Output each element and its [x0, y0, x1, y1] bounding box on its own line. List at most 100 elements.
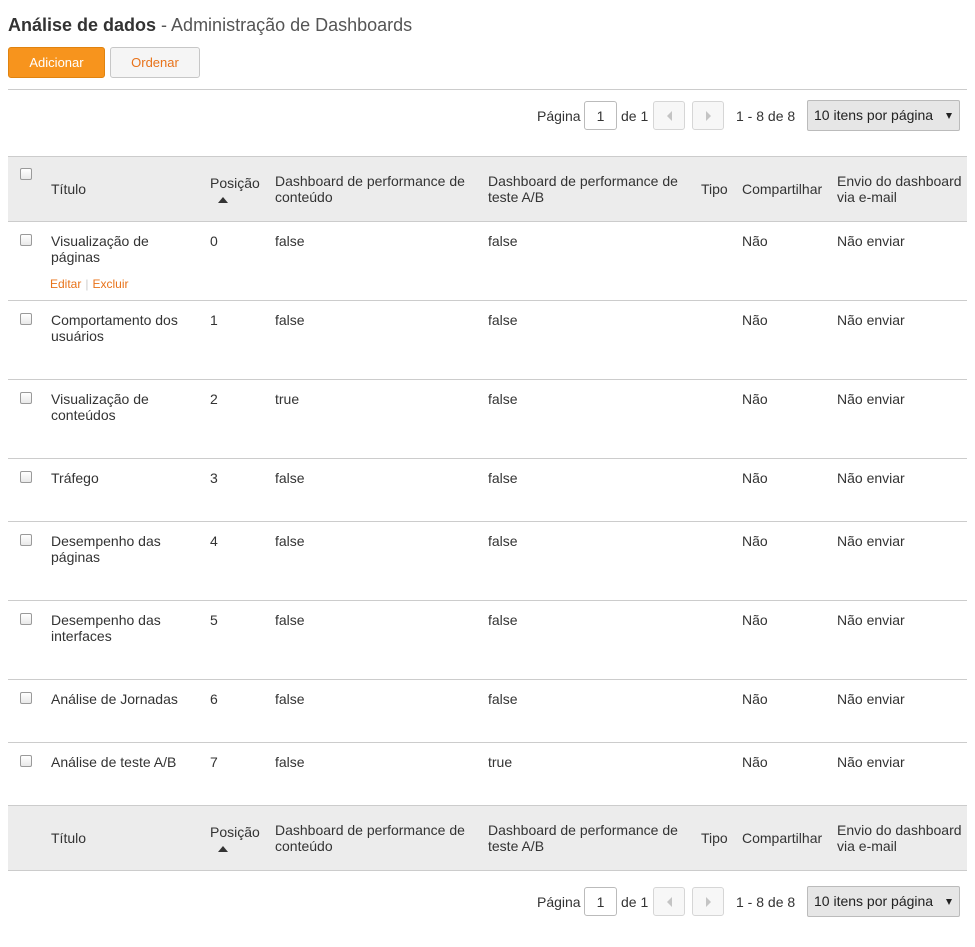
sort-ascending-icon [218, 846, 228, 852]
page-number-input[interactable] [584, 887, 617, 916]
page-title: Análise de dados - Administração de Dash… [8, 14, 412, 36]
order-button[interactable]: Ordenar [110, 47, 200, 78]
chevron-down-icon [946, 113, 952, 119]
chevron-right-icon [705, 110, 711, 121]
table-row: Análise de teste A/B 7 false true Não Nã… [8, 743, 967, 806]
items-per-page-select[interactable]: 10 itens por página [807, 100, 960, 131]
row-checkbox[interactable] [20, 234, 32, 246]
cell-compartilhar: Não [742, 312, 768, 328]
cell-tipo [695, 680, 736, 743]
row-select-cell [8, 222, 45, 301]
table-row: Comportamento dos usuários 1 false false… [8, 301, 967, 380]
cell-tipo [695, 301, 736, 380]
cell-titulo: Visualização de páginas Editar | Excluir [45, 222, 204, 301]
column-header-titulo[interactable]: Título [45, 156, 204, 222]
row-checkbox[interactable] [20, 313, 32, 325]
page-count-label: de 1 [621, 894, 649, 910]
column-header-tipo[interactable]: Tipo [695, 156, 736, 222]
row-select-cell [8, 522, 45, 601]
column-footer-posicao[interactable]: Posição [204, 805, 269, 871]
cell-posicao: 5 [210, 612, 218, 628]
select-all-cell [8, 156, 45, 222]
column-footer-envio[interactable]: Envio do dashboard via e-mail [831, 805, 967, 871]
cell-envio: Não enviar [837, 391, 905, 407]
cell-teste-ab: false [488, 391, 518, 407]
chevron-right-icon [705, 896, 711, 907]
chevron-left-icon [666, 110, 672, 121]
page-title-section: - Administração de Dashboards [156, 15, 413, 35]
row-checkbox[interactable] [20, 471, 32, 483]
row-actions: Editar | Excluir [50, 277, 200, 291]
cell-titulo: Desempenho das interfaces [51, 612, 161, 644]
column-header-conteudo[interactable]: Dashboard de performance de conteúdo [269, 156, 482, 222]
cell-tipo [695, 522, 736, 601]
column-footer-posicao-label: Posição [210, 824, 260, 840]
pagination-bottom: Página de 1 1 - 8 de 8 10 itens por pági… [537, 886, 961, 918]
column-header-envio[interactable]: Envio do dashboard via e-mail [831, 156, 967, 222]
select-all-checkbox[interactable] [20, 168, 32, 180]
cell-compartilhar: Não [742, 612, 768, 628]
dashboards-table: Título Posição Dashboard de performance … [8, 156, 967, 871]
items-per-page-select[interactable]: 10 itens por página [807, 886, 960, 917]
cell-teste-ab: false [488, 612, 518, 628]
row-title: Visualização de páginas [51, 233, 149, 265]
delete-link[interactable]: Excluir [92, 277, 128, 291]
row-checkbox[interactable] [20, 613, 32, 625]
cell-envio: Não enviar [837, 533, 905, 549]
table-row: Tráfego 3 false false Não Não enviar [8, 459, 967, 522]
column-header-posicao-label: Posição [210, 175, 260, 191]
chevron-down-icon [946, 899, 952, 905]
cell-conteudo: false [275, 312, 305, 328]
cell-compartilhar: Não [742, 691, 768, 707]
page-number-input[interactable] [584, 101, 617, 130]
cell-envio: Não enviar [837, 312, 905, 328]
column-header-compartilhar[interactable]: Compartilhar [736, 156, 831, 222]
cell-envio: Não enviar [837, 754, 905, 770]
cell-compartilhar: Não [742, 533, 768, 549]
cell-conteudo: false [275, 470, 305, 486]
cell-conteudo: false [275, 533, 305, 549]
cell-compartilhar: Não [742, 754, 768, 770]
cell-tipo [695, 222, 736, 301]
edit-link[interactable]: Editar [50, 277, 81, 291]
column-footer-tipo[interactable]: Tipo [695, 805, 736, 871]
next-page-button[interactable] [692, 887, 724, 916]
cell-compartilhar: Não [742, 470, 768, 486]
pagination-top: Página de 1 1 - 8 de 8 10 itens por pági… [537, 100, 961, 132]
cell-envio: Não enviar [837, 691, 905, 707]
table-footer-row: Título Posição Dashboard de performance … [8, 805, 967, 871]
column-header-posicao[interactable]: Posição [204, 156, 269, 222]
column-footer-titulo[interactable]: Título [45, 805, 204, 871]
cell-posicao: 1 [210, 312, 218, 328]
sort-ascending-icon [218, 197, 228, 203]
column-footer-teste-ab[interactable]: Dashboard de performance de teste A/B [482, 805, 695, 871]
cell-posicao: 7 [210, 754, 218, 770]
row-checkbox[interactable] [20, 534, 32, 546]
row-checkbox[interactable] [20, 392, 32, 404]
cell-conteudo: false [275, 233, 305, 249]
row-checkbox[interactable] [20, 755, 32, 767]
cell-conteudo: false [275, 691, 305, 707]
cell-conteudo: false [275, 612, 305, 628]
cell-titulo: Desempenho das páginas [51, 533, 161, 565]
cell-conteudo: false [275, 754, 305, 770]
column-footer-compartilhar[interactable]: Compartilhar [736, 805, 831, 871]
cell-envio: Não enviar [837, 470, 905, 486]
previous-page-button[interactable] [653, 887, 685, 916]
cell-teste-ab: false [488, 533, 518, 549]
column-header-teste-ab[interactable]: Dashboard de performance de teste A/B [482, 156, 695, 222]
previous-page-button[interactable] [653, 101, 685, 130]
cell-tipo [695, 459, 736, 522]
cell-teste-ab: true [488, 754, 513, 770]
cell-posicao: 4 [210, 533, 218, 549]
table-row: Desempenho das interfaces 5 false false … [8, 601, 967, 680]
items-per-page-value: 10 itens por página [814, 893, 934, 909]
page-count-label: de 1 [621, 108, 649, 124]
next-page-button[interactable] [692, 101, 724, 130]
add-button[interactable]: Adicionar [8, 47, 105, 78]
page-label: Página [537, 894, 581, 910]
row-select-cell [8, 459, 45, 522]
page-title-app: Análise de dados [8, 15, 157, 35]
row-checkbox[interactable] [20, 692, 32, 704]
column-footer-conteudo[interactable]: Dashboard de performance de conteúdo [269, 805, 482, 871]
